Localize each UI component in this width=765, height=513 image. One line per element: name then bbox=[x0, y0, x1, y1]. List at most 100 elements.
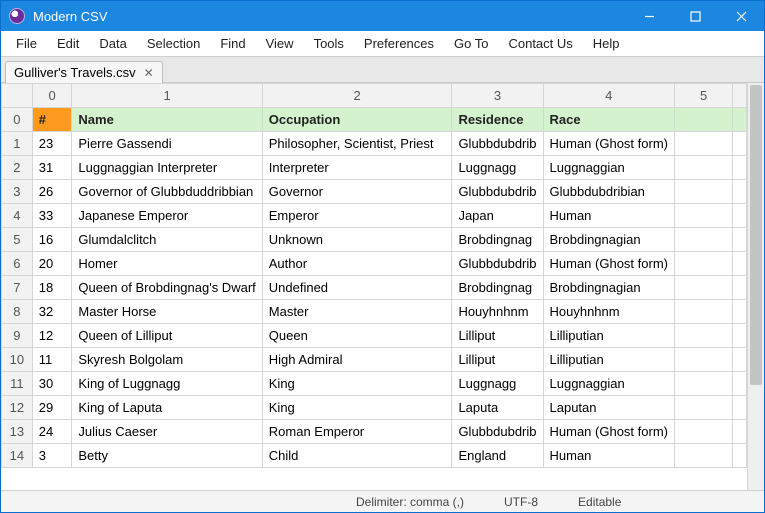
cell[interactable]: Luggnaggian bbox=[543, 156, 674, 180]
cell[interactable]: Master bbox=[262, 300, 452, 324]
cell[interactable]: Human (Ghost form) bbox=[543, 132, 674, 156]
cell[interactable] bbox=[733, 348, 747, 372]
cell[interactable]: High Admiral bbox=[262, 348, 452, 372]
scrollbar-thumb[interactable] bbox=[750, 85, 762, 385]
cell[interactable]: Human (Ghost form) bbox=[543, 252, 674, 276]
cell[interactable]: # bbox=[32, 108, 72, 132]
cell[interactable] bbox=[733, 396, 747, 420]
row-header[interactable]: 4 bbox=[2, 204, 33, 228]
cell[interactable] bbox=[733, 372, 747, 396]
column-header[interactable]: 0 bbox=[32, 84, 72, 108]
cell[interactable] bbox=[733, 228, 747, 252]
cell[interactable]: Brobdingnagian bbox=[543, 276, 674, 300]
cell[interactable]: Occupation bbox=[262, 108, 452, 132]
cell[interactable]: Luggnagg bbox=[452, 372, 543, 396]
cell[interactable]: 26 bbox=[32, 180, 72, 204]
cell[interactable]: Governor bbox=[262, 180, 452, 204]
menu-tools[interactable]: Tools bbox=[305, 33, 353, 54]
file-tab[interactable]: Gulliver's Travels.csv ✕ bbox=[5, 61, 163, 83]
cell[interactable]: Lilliput bbox=[452, 324, 543, 348]
cell[interactable]: Laputan bbox=[543, 396, 674, 420]
data-grid[interactable]: 0 1 2 3 4 5 0 # Name Occupation Residenc… bbox=[1, 83, 747, 468]
row-header[interactable]: 10 bbox=[2, 348, 33, 372]
cell[interactable] bbox=[674, 108, 732, 132]
cell[interactable] bbox=[733, 180, 747, 204]
cell[interactable]: 30 bbox=[32, 372, 72, 396]
cell[interactable]: Queen bbox=[262, 324, 452, 348]
cell[interactable] bbox=[733, 324, 747, 348]
cell[interactable]: 12 bbox=[32, 324, 72, 348]
cell[interactable] bbox=[674, 396, 732, 420]
cell[interactable]: Brobdingnagian bbox=[543, 228, 674, 252]
cell[interactable]: King bbox=[262, 396, 452, 420]
cell[interactable]: 32 bbox=[32, 300, 72, 324]
cell[interactable]: Human (Ghost form) bbox=[543, 420, 674, 444]
cell[interactable]: King bbox=[262, 372, 452, 396]
cell[interactable]: Philosopher, Scientist, Priest bbox=[262, 132, 452, 156]
row-header[interactable]: 7 bbox=[2, 276, 33, 300]
cell[interactable] bbox=[674, 420, 732, 444]
cell[interactable] bbox=[674, 156, 732, 180]
cell[interactable]: Glubbdubdrib bbox=[452, 180, 543, 204]
cell[interactable]: 24 bbox=[32, 420, 72, 444]
menu-file[interactable]: File bbox=[7, 33, 46, 54]
cell[interactable]: Lilliputian bbox=[543, 324, 674, 348]
menu-contact[interactable]: Contact Us bbox=[499, 33, 581, 54]
cell[interactable]: Queen of Lilliput bbox=[72, 324, 262, 348]
vertical-scrollbar[interactable] bbox=[747, 83, 764, 490]
row-header[interactable]: 6 bbox=[2, 252, 33, 276]
cell[interactable] bbox=[674, 132, 732, 156]
cell[interactable]: Luggnagg bbox=[452, 156, 543, 180]
cell[interactable]: Lilliput bbox=[452, 348, 543, 372]
cell[interactable]: 16 bbox=[32, 228, 72, 252]
cell[interactable]: Glubbdubdrib bbox=[452, 252, 543, 276]
cell[interactable] bbox=[674, 180, 732, 204]
cell[interactable]: Houyhnhnm bbox=[452, 300, 543, 324]
cell[interactable]: Julius Caeser bbox=[72, 420, 262, 444]
cell[interactable] bbox=[733, 276, 747, 300]
cell[interactable]: Skyresh Bolgolam bbox=[72, 348, 262, 372]
cell[interactable]: Homer bbox=[72, 252, 262, 276]
column-header[interactable]: 4 bbox=[543, 84, 674, 108]
cell[interactable]: King of Luggnagg bbox=[72, 372, 262, 396]
cell[interactable]: Master Horse bbox=[72, 300, 262, 324]
cell[interactable]: Glubbdubdrib bbox=[452, 420, 543, 444]
cell[interactable] bbox=[733, 300, 747, 324]
cell[interactable]: Japanese Emperor bbox=[72, 204, 262, 228]
cell[interactable]: Emperor bbox=[262, 204, 452, 228]
cell[interactable]: Lilliputian bbox=[543, 348, 674, 372]
cell[interactable]: Glubbdubdribian bbox=[543, 180, 674, 204]
cell[interactable] bbox=[733, 444, 747, 468]
close-icon[interactable]: ✕ bbox=[144, 66, 154, 80]
cell[interactable]: Laputa bbox=[452, 396, 543, 420]
row-header[interactable]: 1 bbox=[2, 132, 33, 156]
cell[interactable] bbox=[733, 252, 747, 276]
cell[interactable]: Roman Emperor bbox=[262, 420, 452, 444]
cell[interactable] bbox=[733, 420, 747, 444]
row-header[interactable]: 0 bbox=[2, 108, 33, 132]
minimize-button[interactable] bbox=[626, 1, 672, 31]
cell[interactable]: King of Laputa bbox=[72, 396, 262, 420]
cell[interactable] bbox=[733, 204, 747, 228]
column-header[interactable]: 2 bbox=[262, 84, 452, 108]
cell[interactable]: 3 bbox=[32, 444, 72, 468]
cell[interactable]: Betty bbox=[72, 444, 262, 468]
maximize-button[interactable] bbox=[672, 1, 718, 31]
cell[interactable] bbox=[674, 204, 732, 228]
cell[interactable] bbox=[674, 228, 732, 252]
cell[interactable]: Name bbox=[72, 108, 262, 132]
cell[interactable]: Residence bbox=[452, 108, 543, 132]
cell[interactable]: 31 bbox=[32, 156, 72, 180]
cell[interactable] bbox=[733, 108, 747, 132]
row-header[interactable]: 2 bbox=[2, 156, 33, 180]
cell[interactable]: 20 bbox=[32, 252, 72, 276]
cell[interactable]: Undefined bbox=[262, 276, 452, 300]
menu-help[interactable]: Help bbox=[584, 33, 629, 54]
cell[interactable] bbox=[674, 324, 732, 348]
cell[interactable] bbox=[674, 348, 732, 372]
row-header[interactable]: 11 bbox=[2, 372, 33, 396]
cell[interactable]: Brobdingnag bbox=[452, 276, 543, 300]
cell[interactable]: Unknown bbox=[262, 228, 452, 252]
cell[interactable]: 33 bbox=[32, 204, 72, 228]
cell[interactable]: Race bbox=[543, 108, 674, 132]
